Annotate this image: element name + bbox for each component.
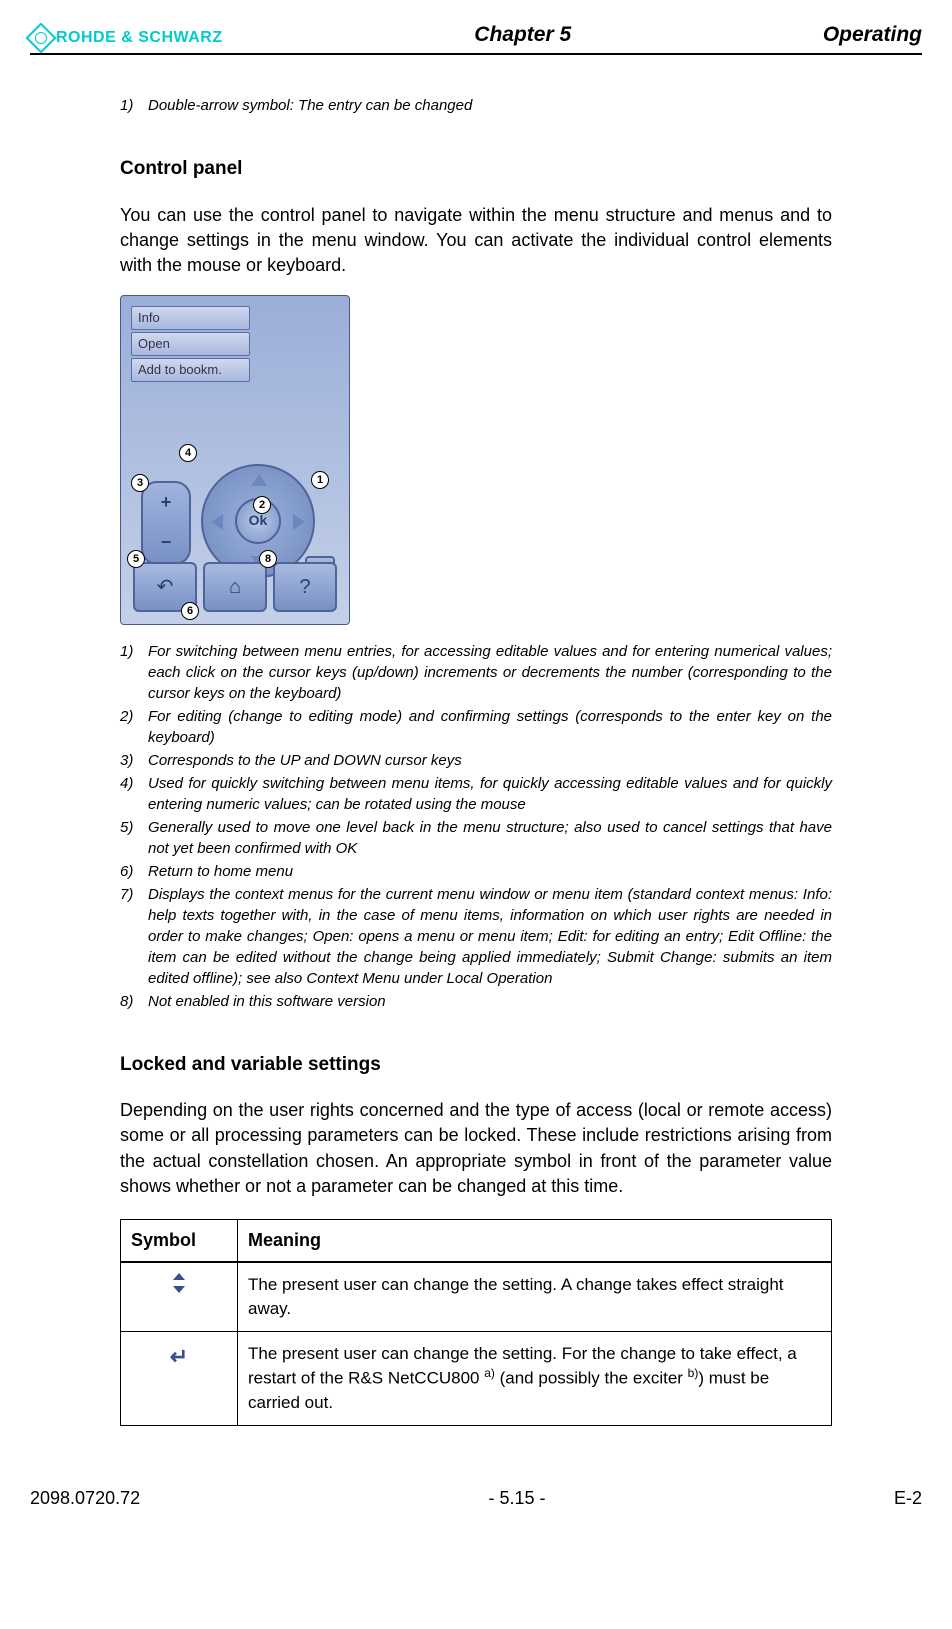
- callout-badge: 5: [127, 550, 145, 568]
- bottom-button-row: ↶ ⌂ ?: [133, 562, 337, 612]
- footnote-text: For switching between menu entries, for …: [148, 641, 832, 704]
- footnote-number: 4): [120, 773, 138, 815]
- arrow-left-icon: [211, 514, 223, 530]
- footnote-number: 2): [120, 706, 138, 748]
- double-arrow-icon: [171, 1273, 187, 1293]
- page-header: ROHDE & SCHWARZ Chapter 5 Operating: [30, 20, 922, 55]
- navigation-dpad[interactable]: Ok: [201, 464, 315, 578]
- meaning-text: (and possibly the exciter: [495, 1369, 688, 1388]
- footnote-number: 5): [120, 817, 138, 859]
- callout-badge: 3: [131, 474, 149, 492]
- footnote-number: 1): [120, 641, 138, 704]
- table-header-meaning: Meaning: [238, 1219, 832, 1262]
- logo-icon: [25, 23, 56, 54]
- footnote-ref-a: a): [484, 1366, 495, 1380]
- page-footer: 2098.0720.72 - 5.15 - E-2: [30, 1486, 922, 1511]
- footnote-number: 6): [120, 861, 138, 882]
- context-menu-info[interactable]: Info: [131, 306, 250, 330]
- footer-rev: E-2: [894, 1486, 922, 1511]
- callout-badge: 1: [311, 471, 329, 489]
- footer-docnum: 2098.0720.72: [30, 1486, 140, 1511]
- section-label: Operating: [823, 20, 922, 49]
- locked-intro: Depending on the user rights concerned a…: [120, 1098, 832, 1199]
- table-header-symbol: Symbol: [121, 1219, 238, 1262]
- footnote-text: Displays the context menus for the curre…: [148, 884, 832, 989]
- footnote-text: Not enabled in this software version: [148, 991, 832, 1012]
- help-button[interactable]: ?: [273, 562, 337, 612]
- symbol-cell: ↵: [121, 1331, 238, 1425]
- callout-badge: 6: [181, 602, 199, 620]
- footnote-ref-b: b): [688, 1366, 699, 1380]
- footnote-text: Generally used to move one level back in…: [148, 817, 832, 859]
- top-footnote: 1) Double-arrow symbol: The entry can be…: [120, 95, 832, 116]
- table-row: The present user can change the setting.…: [121, 1262, 832, 1331]
- return-arrow-icon: ↵: [170, 1344, 188, 1369]
- table-row: ↵ The present user can change the settin…: [121, 1331, 832, 1425]
- control-panel-footnotes: 1)For switching between menu entries, fo…: [120, 641, 832, 1012]
- symbol-cell: [121, 1262, 238, 1331]
- callout-badge: 4: [179, 444, 197, 462]
- home-button[interactable]: ⌂: [203, 562, 267, 612]
- footer-page: - 5.15 -: [489, 1486, 546, 1511]
- chapter-label: Chapter 5: [474, 20, 571, 49]
- footnote-number: 7): [120, 884, 138, 989]
- footnote-number: 3): [120, 750, 138, 771]
- footnote-text: Return to home menu: [148, 861, 832, 882]
- footnote-number: 8): [120, 991, 138, 1012]
- minus-icon: −: [161, 530, 172, 555]
- context-menu-open[interactable]: Open: [131, 332, 250, 356]
- footnote-text: Double-arrow symbol: The entry can be ch…: [148, 95, 832, 116]
- locked-heading: Locked and variable settings: [120, 1052, 832, 1079]
- page-content: 1) Double-arrow symbol: The entry can be…: [120, 95, 832, 1425]
- brand-name: ROHDE & SCHWARZ: [56, 27, 223, 49]
- arrow-right-icon: [293, 514, 305, 530]
- callout-badge: 8: [259, 550, 277, 568]
- callout-badge: 2: [253, 496, 271, 514]
- plus-minus-rocker[interactable]: + −: [141, 481, 191, 565]
- arrow-up-icon: [251, 474, 267, 486]
- footnote-text: Used for quickly switching between menu …: [148, 773, 832, 815]
- control-panel-intro: You can use the control panel to navigat…: [120, 203, 832, 279]
- context-menu-bookmark[interactable]: Add to bookm.: [131, 358, 250, 382]
- plus-icon: +: [161, 490, 172, 515]
- brand-logo: ROHDE & SCHWARZ: [30, 27, 223, 49]
- control-panel-figure: Info Open Add to bookm. + − 3 4 Ok 1 2 ▯…: [120, 295, 350, 625]
- footnote-number: 1): [120, 95, 138, 116]
- footnote-text: Corresponds to the UP and DOWN cursor ke…: [148, 750, 832, 771]
- meaning-cell: The present user can change the setting.…: [238, 1262, 832, 1331]
- meaning-cell: The present user can change the setting.…: [238, 1331, 832, 1425]
- symbol-meaning-table: Symbol Meaning The present user can chan…: [120, 1219, 832, 1426]
- footnote-text: For editing (change to editing mode) and…: [148, 706, 832, 748]
- control-panel-heading: Control panel: [120, 156, 832, 183]
